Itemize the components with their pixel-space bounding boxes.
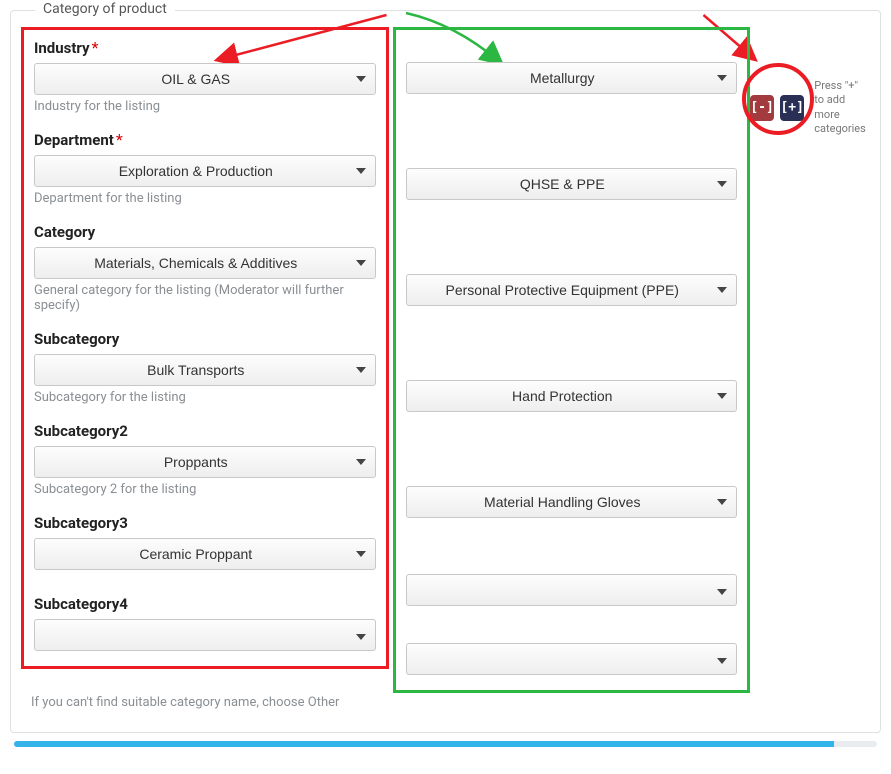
label-subcategory2: Subcategory2 xyxy=(34,422,128,440)
hint-department: Department for the listing xyxy=(34,191,376,206)
subcategory4-select-b[interactable] xyxy=(406,643,738,675)
subcategory3-select-b[interactable] xyxy=(406,574,738,606)
subcategory2-select-b[interactable]: Material Handling Gloves xyxy=(406,486,738,518)
field-subcategory-b: Hand Protection xyxy=(406,380,738,412)
subcategory3-select[interactable]: Ceramic Proppant xyxy=(34,538,376,570)
required-marker: * xyxy=(116,130,123,149)
progress-bar xyxy=(14,741,834,747)
field-subcategory4: Subcategory4 xyxy=(34,594,376,654)
add-category-button[interactable]: [+] xyxy=(780,95,804,121)
field-industry: Industry* OIL & GAS Industry for the lis… xyxy=(34,38,376,124)
hint-category: General category for the listing (Modera… xyxy=(34,283,376,313)
progress-track xyxy=(14,741,877,747)
label-subcategory3: Subcategory3 xyxy=(34,514,128,532)
field-subcategory3: Subcategory3 Ceramic Proppant xyxy=(34,513,376,588)
field-subcategory4-b xyxy=(406,643,738,678)
label-subcategory4: Subcategory4 xyxy=(34,595,128,613)
hint-subcategory2: Subcategory 2 for the listing xyxy=(34,482,376,497)
department-select-b[interactable]: QHSE & PPE xyxy=(406,168,738,200)
category-panel: Category of product Industry* OIL & GAS … xyxy=(10,10,881,733)
field-subcategory3-b xyxy=(406,574,738,609)
subcategory-select-b[interactable]: Hand Protection xyxy=(406,380,738,412)
category-actions: [-] [+] Press "+" to add more categories xyxy=(750,27,870,136)
field-department: Department* Exploration & Production Dep… xyxy=(34,130,376,216)
hint-subcategory: Subcategory for the listing xyxy=(34,390,376,405)
subcategory2-select[interactable]: Proppants xyxy=(34,446,376,478)
label-department: Department xyxy=(34,131,114,149)
required-marker: * xyxy=(92,38,99,57)
hint-industry: Industry for the listing xyxy=(34,99,376,114)
remove-category-button[interactable]: [-] xyxy=(750,95,774,121)
industry-select[interactable]: OIL & GAS xyxy=(34,63,376,95)
industry-select-b[interactable]: Metallurgy xyxy=(406,62,738,94)
field-category: Category Materials, Chemicals & Additive… xyxy=(34,222,376,323)
category-select-b[interactable]: Personal Protective Equipment (PPE) xyxy=(406,274,738,306)
field-subcategory2: Subcategory2 Proppants Subcategory 2 for… xyxy=(34,421,376,507)
label-category: Category xyxy=(34,223,95,241)
field-department-b: QHSE & PPE xyxy=(406,168,738,200)
columns-wrap: Industry* OIL & GAS Industry for the lis… xyxy=(11,11,880,699)
field-industry-b: Metallurgy xyxy=(406,62,738,94)
department-select[interactable]: Exploration & Production xyxy=(34,155,376,187)
field-subcategory: Subcategory Bulk Transports Subcategory … xyxy=(34,329,376,415)
field-subcategory2-b: Material Handling Gloves xyxy=(406,486,738,518)
subcategory-select[interactable]: Bulk Transports xyxy=(34,354,376,386)
subcategory4-select[interactable] xyxy=(34,619,376,651)
field-category-b: Personal Protective Equipment (PPE) xyxy=(406,274,738,306)
category-column-secondary: Metallurgy QHSE & PPE Personal Protectiv… xyxy=(393,27,751,693)
label-subcategory: Subcategory xyxy=(34,330,119,348)
category-select[interactable]: Materials, Chemicals & Additives xyxy=(34,247,376,279)
label-industry: Industry xyxy=(34,39,90,57)
category-column-primary: Industry* OIL & GAS Industry for the lis… xyxy=(21,27,389,669)
add-hint-text: Press "+" to add more categories xyxy=(814,79,870,136)
